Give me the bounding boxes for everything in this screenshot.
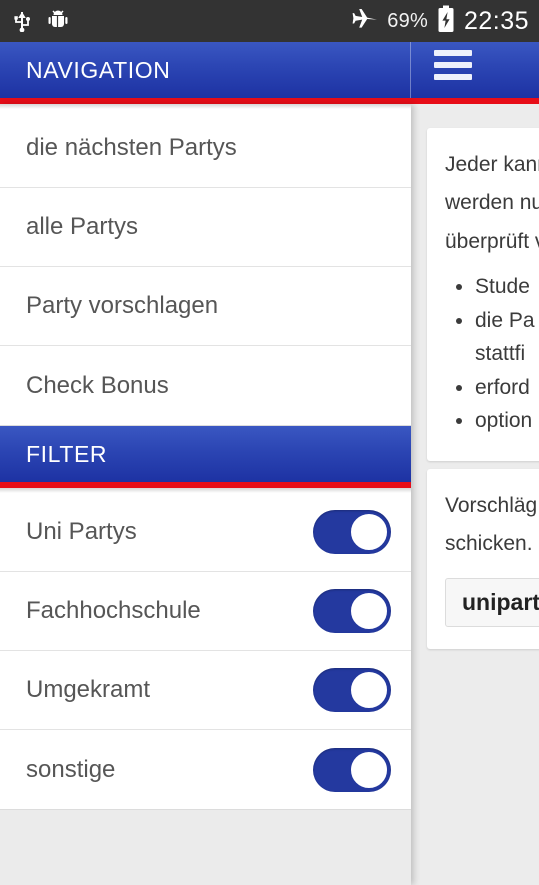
filter-label: Fachhochschule <box>26 597 201 624</box>
battery-percent-label: 69% <box>387 9 428 32</box>
hamburger-bar-3 <box>434 74 472 80</box>
hamburger-bar-2 <box>434 62 472 68</box>
toggle-uni-partys[interactable] <box>313 510 391 554</box>
navigation-drawer: die nächsten Partys alle Partys Party vo… <box>0 104 411 885</box>
list-item: stattfi <box>475 342 526 366</box>
sidebar-item-party-vorschlagen[interactable]: Party vorschlagen <box>0 267 411 346</box>
status-bar: 69% 22:35 <box>0 0 539 42</box>
battery-charging-icon <box>437 5 455 38</box>
filter-row-fachhochschule[interactable]: Fachhochschule <box>0 572 411 651</box>
filter-label: sonstige <box>26 755 116 783</box>
contact-card: Vorschläg schicken. unipart <box>427 469 539 649</box>
usb-icon <box>12 6 32 37</box>
filter-section-title: FILTER <box>26 440 108 467</box>
filter-label: Umgekramt <box>26 676 151 703</box>
info-card-line-2: werden nu <box>445 191 539 215</box>
navigation-list: die nächsten Partys alle Partys Party vo… <box>0 109 411 426</box>
toggle-fachhochschule[interactable] <box>313 589 391 633</box>
android-debug-icon <box>46 7 70 36</box>
list-item: option <box>475 405 539 437</box>
sidebar-item-alle-partys[interactable]: alle Partys <box>0 188 411 267</box>
app-bar-title: NAVIGATION <box>26 57 171 83</box>
filter-row-uni-partys[interactable]: Uni Partys <box>0 493 411 572</box>
hamburger-menu-icon[interactable] <box>434 50 474 80</box>
contact-card-line-2: schicken. <box>445 532 533 556</box>
info-card-bullet-list: Stude die Pa stattfi erford option <box>445 271 539 437</box>
toggle-sonstige[interactable] <box>313 747 391 792</box>
sidebar-item-label: Party vorschlagen <box>26 292 219 319</box>
hamburger-bar-1 <box>434 50 472 56</box>
sidebar-item-die-naechsten-partys[interactable]: die nächsten Partys <box>0 109 411 188</box>
contact-email-box[interactable]: unipart <box>445 577 539 627</box>
airplane-mode-icon <box>352 7 378 36</box>
toggle-knob <box>349 512 389 552</box>
toggle-knob <box>349 591 389 631</box>
info-card: Jeder kann werden nu überprüft v Stude d… <box>427 128 539 461</box>
filter-label: Uni Partys <box>26 518 137 545</box>
toggle-knob <box>349 749 389 790</box>
filter-section-header: FILTER <box>0 426 411 482</box>
drawer-edge-divider <box>410 42 411 98</box>
sidebar-item-label: Check Bonus <box>26 371 169 399</box>
info-card-line-3: überprüft v <box>445 229 539 253</box>
status-bar-left-icons <box>12 6 70 37</box>
sidebar-item-check-bonus[interactable]: Check Bonus <box>0 346 411 425</box>
info-card-line-1: Jeder kann <box>445 153 539 176</box>
filter-row-sonstige[interactable]: sonstige <box>0 730 411 809</box>
list-item: Stude <box>475 271 539 303</box>
toggle-umgekramt[interactable] <box>313 668 391 712</box>
toggle-knob <box>349 670 389 710</box>
status-bar-right-icons: 69% 22:35 <box>352 5 529 38</box>
sidebar-item-label: alle Partys <box>26 213 139 240</box>
filter-list: Uni Partys Fachhochschule Umgekramt sons… <box>0 493 411 810</box>
filter-row-umgekramt[interactable]: Umgekramt <box>0 651 411 730</box>
list-item: die Pa <box>475 305 539 337</box>
contact-card-line-1: Vorschläg <box>445 494 538 517</box>
sidebar-item-label: die nächsten Partys <box>26 134 237 161</box>
drawer-empty-space <box>0 810 411 885</box>
clock-label: 22:35 <box>463 6 529 35</box>
list-item: erford <box>475 372 539 404</box>
